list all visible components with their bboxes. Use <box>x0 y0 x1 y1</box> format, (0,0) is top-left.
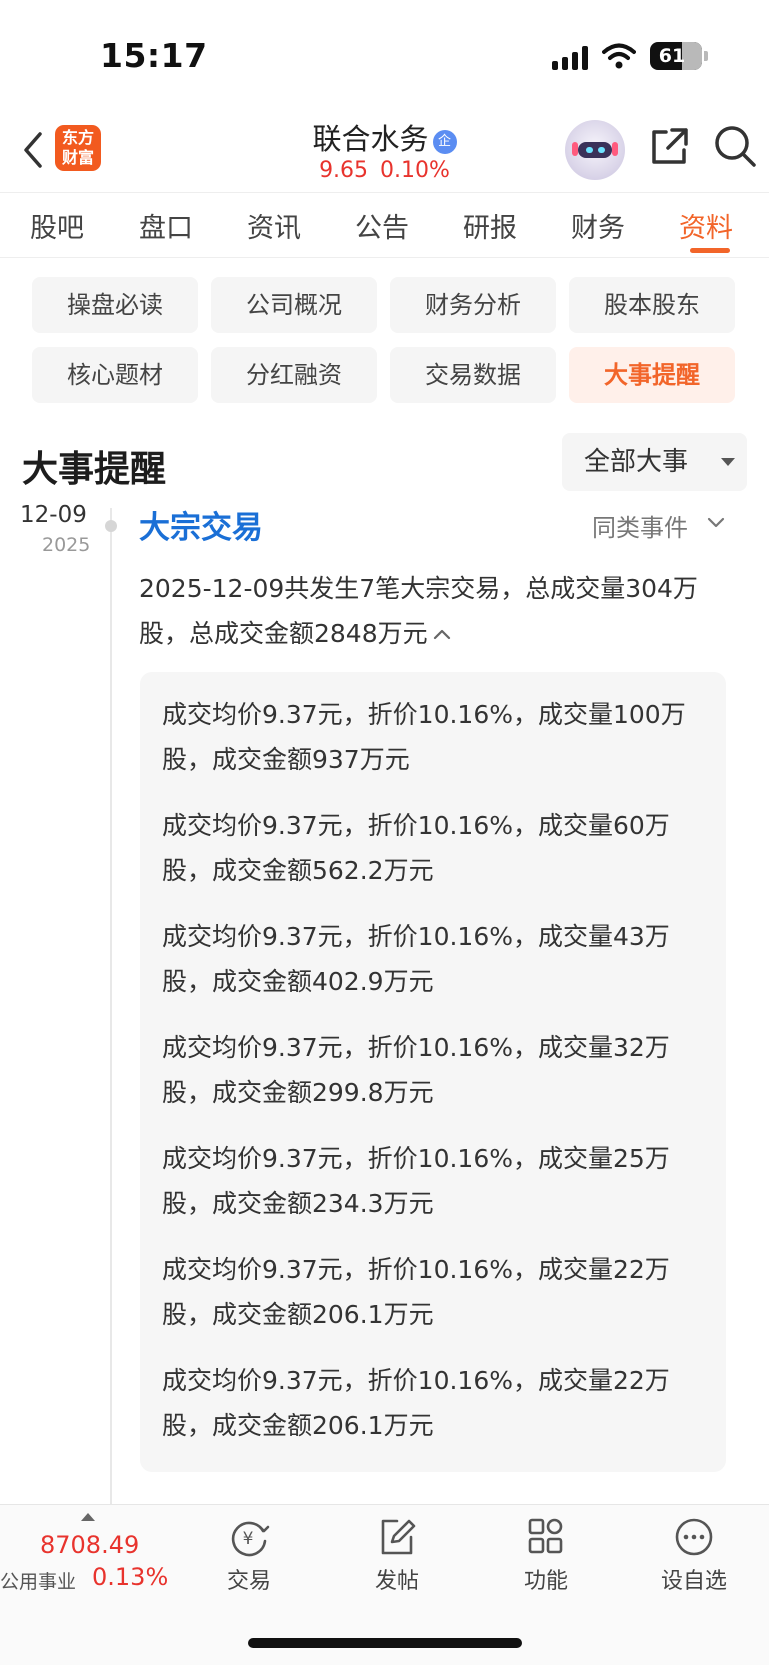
trade-detail-item: 成交均价9.37元，折价10.16%，成交量22万股，成交金额206.1万元 <box>162 1366 670 1440</box>
search-icon[interactable] <box>713 124 757 168</box>
wifi-icon <box>602 43 636 69</box>
share-icon[interactable] <box>648 126 690 168</box>
apps-icon <box>528 1518 563 1554</box>
event-date: 12-09 <box>20 502 87 528</box>
nav-functions-label: 功能 <box>523 1569 568 1594</box>
active-tab-indicator <box>690 248 730 253</box>
tab-finance[interactable]: 财务 <box>571 206 625 245</box>
timeline-dot <box>105 520 117 532</box>
stock-price: 9.65 <box>319 158 369 183</box>
trade-detail-item: 成交均价9.37元，折价10.16%，成交量60万股，成交金额562.2万元 <box>162 811 670 885</box>
tab-announcements[interactable]: 公告 <box>355 206 409 245</box>
nav-post[interactable]: 发帖 <box>342 1517 452 1595</box>
signal-icon <box>552 46 590 70</box>
edit-icon <box>381 1519 416 1555</box>
home-indicator[interactable] <box>248 1638 522 1648</box>
subtab-financial-analysis[interactable]: 财务分析 <box>390 277 556 333</box>
trade-detail-item: 成交均价9.37元，折价10.16%，成交量100万股，成交金额937万元 <box>162 700 686 774</box>
tab-research[interactable]: 研报 <box>463 206 517 245</box>
tab-news[interactable]: 资讯 <box>247 206 301 245</box>
more-icon <box>675 1518 713 1556</box>
assistant-icon[interactable] <box>565 120 625 180</box>
chevron-up-icon[interactable] <box>432 628 452 640</box>
same-type-events-button[interactable]: 同类事件 <box>592 508 688 543</box>
nav-add-watchlist-label: 设自选 <box>660 1569 727 1594</box>
stock-header: 东方 财富 联合水务企 9.65 0.10% <box>0 110 769 192</box>
chevron-down-icon[interactable] <box>707 514 725 532</box>
sector-index-name[interactable]: 公用事业 <box>0 1567 76 1594</box>
svg-text:¥: ¥ <box>243 1529 254 1549</box>
trade-icon: ¥ <box>231 1521 270 1557</box>
status-time: 15:17 <box>100 36 208 75</box>
subtab-core-themes[interactable]: 核心题材 <box>32 347 198 403</box>
trade-detail-item: 成交均价9.37元，折价10.16%，成交量43万股，成交金额402.9万元 <box>162 922 670 996</box>
trade-detail-item: 成交均价9.37元，折价10.16%，成交量25万股，成交金额234.3万元 <box>162 1144 670 1218</box>
subtab-trading-data[interactable]: 交易数据 <box>390 347 556 403</box>
section-title: 大事提醒 <box>22 449 167 490</box>
trade-detail-item: 成交均价9.37元，折价10.16%，成交量32万股，成交金额299.8万元 <box>162 1033 670 1107</box>
nav-trade[interactable]: ¥ 交易 <box>194 1517 304 1595</box>
sector-index-change[interactable]: 0.13% <box>92 1563 168 1591</box>
nav-trade-label: 交易 <box>226 1569 271 1594</box>
subtab-trading-must-read[interactable]: 操盘必读 <box>32 277 198 333</box>
event-filter-label: 全部大事 <box>584 447 689 477</box>
status-bar: 15:17 61 <box>0 0 769 110</box>
subtab-major-events[interactable]: 大事提醒 <box>569 347 735 403</box>
stock-name: 联合水务 <box>312 122 429 156</box>
battery-icon: 61 <box>650 42 702 70</box>
nav-add-watchlist[interactable]: 设自选 <box>639 1517 749 1595</box>
trade-detail-item: 成交均价9.37元，折价10.16%，成交量22万股，成交金额206.1万元 <box>162 1255 670 1329</box>
battery-tip <box>704 51 708 61</box>
nav-functions[interactable]: 功能 <box>491 1517 601 1595</box>
timeline-line <box>110 508 112 1508</box>
tab-guba[interactable]: 股吧 <box>30 206 84 245</box>
sector-index-value[interactable]: 8708.49 <box>40 1531 139 1559</box>
event-summary-text: 2025-12-09共发生7笔大宗交易，总成交量304万股，总成交金额2848万… <box>139 574 698 648</box>
tab-pankou[interactable]: 盘口 <box>139 206 193 245</box>
enterprise-badge: 企 <box>432 130 457 154</box>
top-tab-bar: 股吧 盘口 资讯 公告 研报 财务 资料 <box>0 192 769 258</box>
caret-up-icon[interactable] <box>81 1513 95 1521</box>
subtab-shareholders[interactable]: 股本股东 <box>569 277 735 333</box>
tab-profile[interactable]: 资料 <box>679 206 733 245</box>
caret-down-icon <box>721 458 735 466</box>
event-title[interactable]: 大宗交易 <box>139 502 263 547</box>
event-filter-dropdown[interactable]: 全部大事 <box>562 433 747 491</box>
nav-post-label: 发帖 <box>374 1569 419 1594</box>
event-summary[interactable]: 2025-12-09共发生7笔大宗交易，总成交量304万股，总成交金额2848万… <box>139 566 729 656</box>
subtab-dividends[interactable]: 分红融资 <box>211 347 377 403</box>
event-year: 2025 <box>42 534 91 556</box>
battery-level: 61 <box>658 45 686 67</box>
stock-change: 0.10% <box>380 158 450 183</box>
subtab-company-overview[interactable]: 公司概况 <box>211 277 377 333</box>
trade-detail-list: 成交均价9.37元，折价10.16%，成交量100万股，成交金额937万元 成交… <box>140 672 726 1472</box>
